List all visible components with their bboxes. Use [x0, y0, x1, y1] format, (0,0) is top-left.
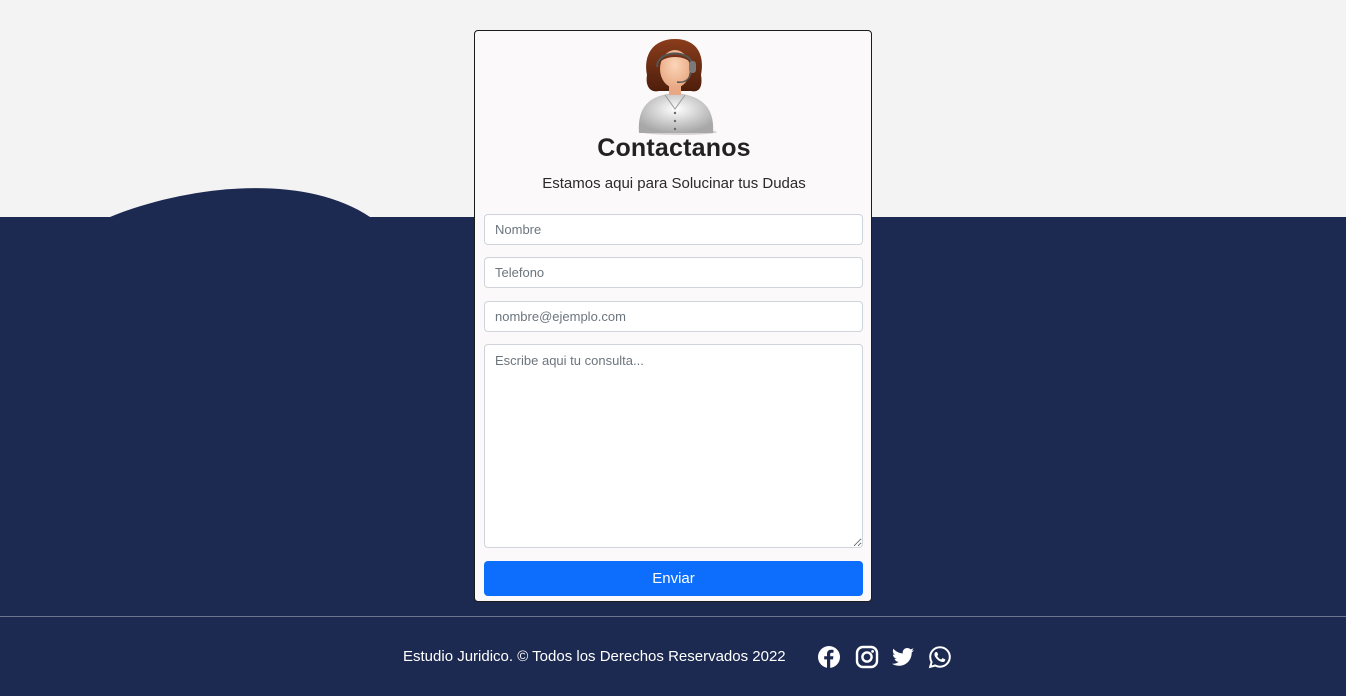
- footer-copyright: Estudio Juridico. © Todos los Derechos R…: [403, 648, 786, 665]
- twitter-icon[interactable]: [891, 645, 915, 669]
- whatsapp-icon[interactable]: [928, 645, 952, 669]
- message-textarea[interactable]: [484, 344, 863, 548]
- email-input[interactable]: [484, 301, 863, 332]
- page-subtitle: Estamos aqui para Solucinar tus Dudas: [542, 175, 806, 192]
- contact-page: Contactanos Estamos aqui para Solucinar …: [0, 0, 1346, 696]
- phone-input[interactable]: [484, 257, 863, 288]
- support-agent-avatar: [638, 39, 717, 135]
- instagram-icon[interactable]: [855, 645, 879, 669]
- page-title: Contactanos: [597, 134, 751, 162]
- submit-button[interactable]: Enviar: [484, 561, 863, 596]
- name-input[interactable]: [484, 214, 863, 245]
- footer-divider: [0, 616, 1346, 617]
- facebook-icon[interactable]: [817, 645, 841, 669]
- contact-card: Contactanos Estamos aqui para Solucinar …: [474, 30, 872, 602]
